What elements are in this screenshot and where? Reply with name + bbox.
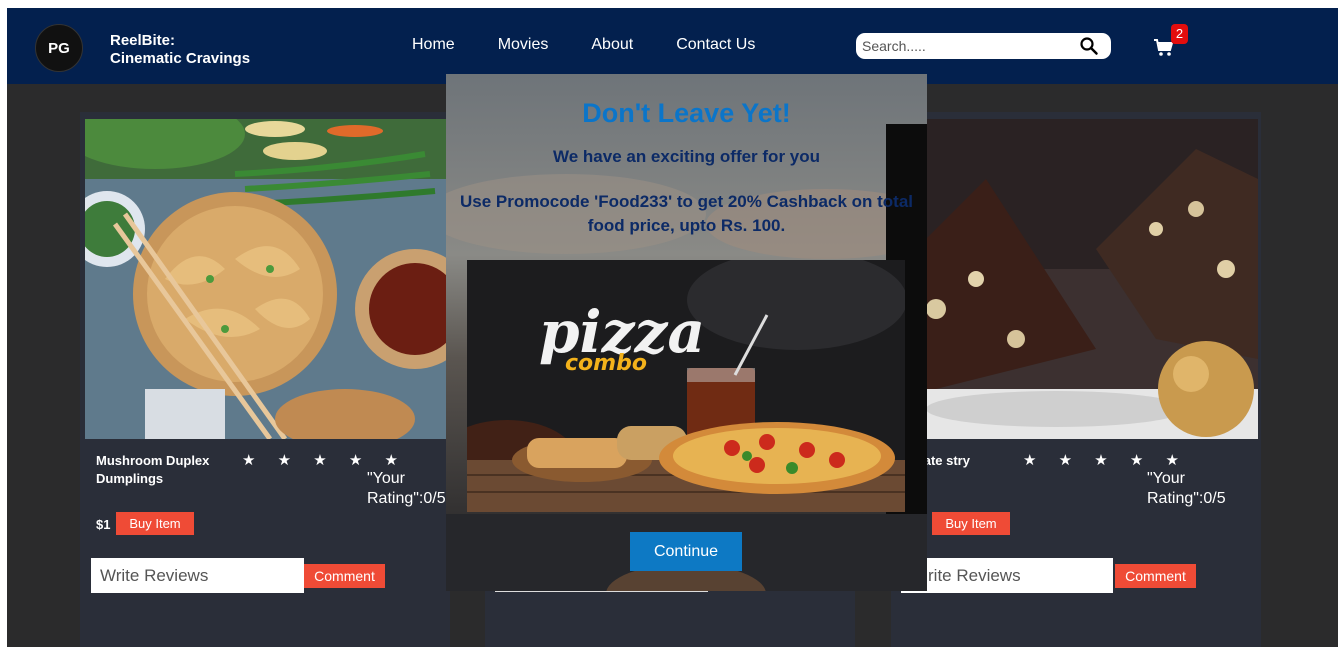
- combo-subtitle: combo: [565, 351, 647, 376]
- buy-item-button[interactable]: Buy Item: [116, 512, 194, 535]
- modal-offer-text: We have an exciting offer for you: [552, 147, 821, 166]
- brand-line-2: Cinematic Cravings: [110, 50, 251, 67]
- review-input[interactable]: [91, 558, 304, 593]
- logo[interactable]: PG: [35, 24, 83, 72]
- nav-about[interactable]: About: [591, 36, 633, 54]
- your-rating: "Your Rating":0/5: [367, 470, 446, 507]
- search-icon[interactable]: [1079, 36, 1099, 56]
- brand-name: ReelBite: Cinematic Cravings: [110, 32, 250, 68]
- chocolate-pastry-image: [896, 119, 1258, 439]
- modal-promo-text: Use Promocode 'Food233' to get 20% Cashb…: [460, 192, 914, 235]
- star-rating[interactable]: ★ ★ ★ ★ ★: [242, 451, 407, 469]
- navbar: PG ReelBite: Cinematic Cravings Home Mov…: [7, 8, 1338, 84]
- review-input[interactable]: [901, 558, 1113, 593]
- buy-item-button[interactable]: Buy Item: [932, 512, 1010, 535]
- food-card: ocolate stry ★ ★ ★ ★ ★ "Your Rating":0/5…: [891, 112, 1261, 647]
- nav-home[interactable]: Home: [412, 36, 455, 54]
- cart-count-badge: 2: [1171, 24, 1188, 44]
- search-input[interactable]: [862, 36, 1072, 56]
- continue-button[interactable]: Continue: [630, 532, 742, 571]
- brand-line-1: ReelBite:: [110, 32, 176, 49]
- food-name: Mushroom Duplex Dumplings: [96, 453, 210, 486]
- search-box: [856, 33, 1111, 59]
- dumplings-image: [85, 119, 447, 439]
- food-card: Mushroom Duplex Dumplings ★ ★ ★ ★ ★ "You…: [80, 112, 450, 647]
- page-frame: PG ReelBite: Cinematic Cravings Home Mov…: [7, 8, 1338, 647]
- modal-title: Don't Leave Yet!: [582, 98, 791, 128]
- comment-button[interactable]: Comment: [1115, 564, 1196, 588]
- nav-links: Home Movies About Contact Us: [412, 36, 798, 54]
- exit-offer-modal: Don't Leave Yet! We have an exciting off…: [446, 74, 927, 591]
- star-rating[interactable]: ★ ★ ★ ★ ★: [1023, 451, 1188, 469]
- pizza-combo-image: pizza combo: [467, 260, 905, 512]
- nav-contact-us[interactable]: Contact Us: [676, 36, 755, 54]
- comment-button[interactable]: Comment: [304, 564, 385, 588]
- price: $1: [96, 517, 111, 532]
- your-rating: "Your Rating":0/5: [1147, 470, 1226, 507]
- nav-movies[interactable]: Movies: [498, 36, 549, 54]
